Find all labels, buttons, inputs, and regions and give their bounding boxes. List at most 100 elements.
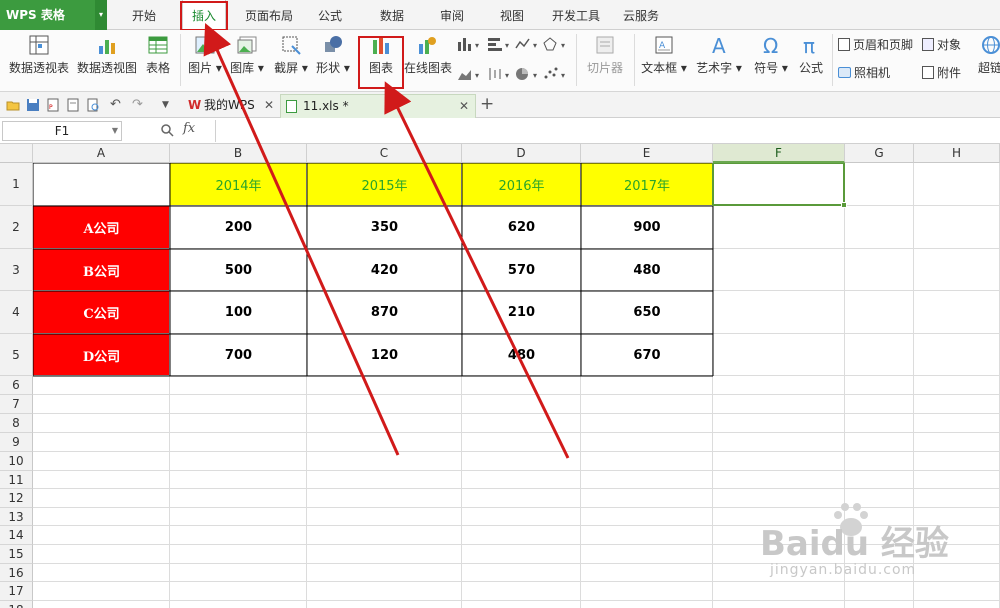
- tab-view[interactable]: 视图: [490, 0, 534, 30]
- formula-button[interactable]: π 公式: [794, 34, 828, 76]
- slicer-button[interactable]: 切片器: [584, 34, 626, 76]
- pivot-chart-button[interactable]: 数据透视图: [76, 34, 138, 76]
- close-tab-icon[interactable]: ✕: [264, 94, 274, 116]
- row-header-12[interactable]: 12: [0, 489, 33, 508]
- gallery-button[interactable]: 图库 ▾: [228, 34, 266, 76]
- cell-a1[interactable]: [33, 163, 170, 206]
- row-header-17[interactable]: 17: [0, 582, 33, 601]
- value-cell[interactable]: 100: [170, 291, 307, 334]
- tab-home[interactable]: 开始: [120, 0, 168, 30]
- fill-handle[interactable]: [841, 202, 847, 208]
- value-cell[interactable]: 500: [170, 249, 307, 291]
- column-chart-type-icon[interactable]: ▾: [456, 36, 482, 52]
- row-header-15[interactable]: 15: [0, 545, 33, 564]
- tab-formulas[interactable]: 公式: [308, 0, 352, 30]
- value-cell[interactable]: 570: [462, 249, 581, 291]
- value-cell[interactable]: 900: [581, 206, 713, 249]
- area-chart-type-icon[interactable]: ▾: [456, 66, 482, 82]
- line-chart-type-icon[interactable]: ▾: [514, 36, 540, 52]
- selected-cell-f1[interactable]: [712, 162, 847, 208]
- pivot-table-button[interactable]: 数据透视表: [8, 34, 70, 76]
- value-cell[interactable]: 700: [170, 334, 307, 376]
- company-name-cell[interactable]: A公司: [33, 206, 170, 249]
- export-pdf-icon[interactable]: P: [46, 98, 60, 112]
- value-cell[interactable]: 480: [462, 334, 581, 376]
- print-icon[interactable]: [66, 98, 80, 112]
- row-header-2[interactable]: 2: [0, 206, 33, 249]
- value-cell[interactable]: 210: [462, 291, 581, 334]
- header-footer-button[interactable]: 页眉和页脚: [838, 36, 913, 53]
- column-header-b[interactable]: B: [170, 144, 307, 163]
- tab-page-layout[interactable]: 页面布局: [238, 0, 300, 30]
- year-header-cell[interactable]: 2017年: [581, 163, 713, 206]
- row-header-3[interactable]: 3: [0, 249, 33, 291]
- value-cell[interactable]: 670: [581, 334, 713, 376]
- symbol-button[interactable]: Ω 符号 ▾: [752, 34, 790, 76]
- value-cell[interactable]: 650: [581, 291, 713, 334]
- company-name-cell[interactable]: D公司: [33, 334, 170, 376]
- fx-insert-function-icon[interactable]: fx: [183, 121, 195, 136]
- pie-chart-type-icon[interactable]: ▾: [514, 66, 540, 82]
- row-header-1[interactable]: 1: [0, 163, 33, 206]
- save-icon[interactable]: [26, 98, 40, 112]
- column-header-g[interactable]: G: [845, 144, 914, 163]
- attachment-button[interactable]: 附件: [922, 64, 961, 81]
- doc-tab-11xls[interactable]: 11.xls * ✕: [280, 94, 476, 118]
- row-header-6[interactable]: 6: [0, 376, 33, 395]
- camera-button[interactable]: 照相机: [838, 64, 890, 81]
- screenshot-button[interactable]: 截屏 ▾: [272, 34, 310, 76]
- name-box-dropdown-icon[interactable]: ▼: [112, 122, 118, 140]
- redo-icon[interactable]: ↷: [132, 98, 146, 112]
- row-header-5[interactable]: 5: [0, 334, 33, 376]
- table-button[interactable]: 表格: [143, 34, 173, 76]
- spreadsheet-grid[interactable]: 2014年 2015年 2016年 2017年 A公司 200 350 620 900 B公司 50…: [0, 144, 1000, 608]
- wordart-button[interactable]: A 艺术字 ▾: [694, 34, 744, 76]
- row-header-18[interactable]: 18: [0, 601, 33, 608]
- value-cell[interactable]: 120: [307, 334, 462, 376]
- year-header-cell[interactable]: 2015年: [307, 163, 462, 206]
- zoom-magnifier-icon[interactable]: [160, 123, 174, 137]
- name-box[interactable]: F1 ▼: [2, 121, 122, 141]
- open-folder-icon[interactable]: [6, 98, 20, 112]
- print-preview-icon[interactable]: [86, 98, 100, 112]
- close-tab-icon[interactable]: ✕: [459, 95, 469, 117]
- column-header-f[interactable]: F: [713, 144, 845, 163]
- doc-tab-my-wps[interactable]: W 我的WPS ✕: [182, 94, 278, 118]
- tab-cloud-service[interactable]: 云服务: [616, 0, 666, 30]
- new-tab-plus-icon[interactable]: +: [480, 94, 494, 114]
- hyperlink-button[interactable]: 超链: [978, 34, 1000, 76]
- row-header-11[interactable]: 11: [0, 471, 33, 489]
- row-header-16[interactable]: 16: [0, 564, 33, 582]
- tab-review[interactable]: 审阅: [430, 0, 474, 30]
- column-header-d[interactable]: D: [462, 144, 581, 163]
- row-header-10[interactable]: 10: [0, 452, 33, 471]
- radar-chart-type-icon[interactable]: ▾: [542, 36, 568, 52]
- value-cell[interactable]: 620: [462, 206, 581, 249]
- year-header-cell[interactable]: 2014年: [170, 163, 307, 206]
- bar-chart-type-icon[interactable]: ▾: [486, 36, 512, 52]
- wps-logo-button[interactable]: WPS 表格: [0, 0, 95, 30]
- picture-button[interactable]: 图片 ▾: [186, 34, 224, 76]
- formula-input[interactable]: [215, 120, 1000, 142]
- year-header-cell[interactable]: 2016年: [462, 163, 581, 206]
- value-cell[interactable]: 350: [307, 206, 462, 249]
- value-cell[interactable]: 420: [307, 249, 462, 291]
- row-header-8[interactable]: 8: [0, 414, 33, 433]
- scatter-chart-type-icon[interactable]: ▾: [542, 66, 568, 82]
- company-name-cell[interactable]: B公司: [33, 249, 170, 291]
- row-header-9[interactable]: 9: [0, 433, 33, 452]
- value-cell[interactable]: 480: [581, 249, 713, 291]
- row-header-7[interactable]: 7: [0, 395, 33, 414]
- select-all-corner[interactable]: [0, 144, 33, 163]
- logo-dropdown-icon[interactable]: ▾: [95, 0, 107, 30]
- online-chart-button[interactable]: 在线图表: [404, 34, 452, 76]
- column-header-e[interactable]: E: [581, 144, 713, 163]
- tab-data[interactable]: 数据: [370, 0, 414, 30]
- column-header-c[interactable]: C: [307, 144, 462, 163]
- customize-toolbar-icon[interactable]: ▼: [162, 98, 176, 112]
- textbox-button[interactable]: A 文本框 ▾: [640, 34, 688, 76]
- stock-chart-type-icon[interactable]: ▾: [486, 66, 512, 82]
- tab-developer[interactable]: 开发工具: [546, 0, 606, 30]
- undo-icon[interactable]: ↶: [110, 98, 124, 112]
- row-header-13[interactable]: 13: [0, 508, 33, 526]
